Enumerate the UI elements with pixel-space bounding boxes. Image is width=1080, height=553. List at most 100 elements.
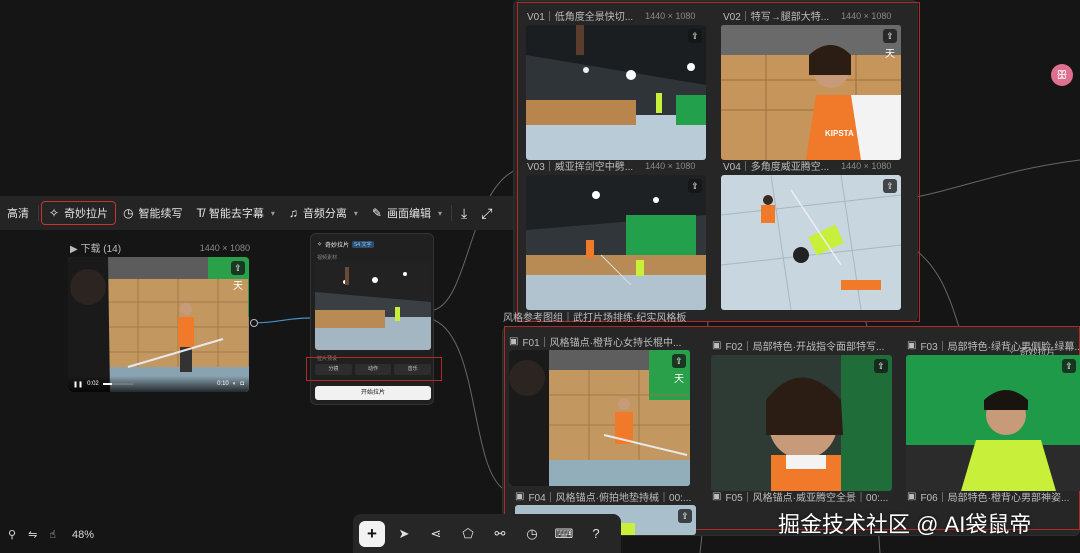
v02-title: V02｜特写→腿部大特...	[723, 12, 830, 23]
pointer-icon[interactable]: ➤	[391, 521, 417, 547]
music-icon: ♫	[288, 206, 298, 220]
player-progress[interactable]	[102, 383, 133, 385]
video-player[interactable]: ⇪ 天 ❚❚ 0:02 0:10 ◐ ◘	[68, 257, 249, 392]
toolbar-smart-continue-label: 智能续写	[138, 208, 183, 220]
image-icon: ▣	[712, 340, 722, 351]
pause-icon[interactable]: ❚❚	[73, 381, 83, 388]
f01-title: F01｜风格锚点·橙背心女持长棍中...	[522, 338, 682, 349]
scene-watermark-text: 天	[233, 281, 243, 292]
v01-thumbnail[interactable]: ⇪	[526, 25, 706, 160]
upload-icon[interactable]: ⇪	[231, 261, 245, 275]
v01-title: V01｜低角度全景快切...	[527, 12, 634, 23]
v03-label: V03｜威亚挥剑空中劈... 1440 × 1080	[527, 158, 695, 174]
upload-icon[interactable]: ⇪	[1062, 359, 1076, 373]
download-button[interactable]: ⤓	[454, 201, 474, 225]
video-frame	[68, 257, 249, 392]
v01-dims: 1440 × 1080	[645, 10, 696, 21]
f02-thumbnail[interactable]: ⇪	[711, 355, 892, 491]
image-icon: ▣	[515, 491, 525, 502]
v04-title: V04｜多角度威亚腾空...	[723, 162, 830, 173]
qimiao-source-preview[interactable]	[315, 262, 431, 350]
toolbar-separator	[451, 205, 452, 221]
text-strike-icon: T̸	[196, 206, 204, 220]
v01-scene	[526, 25, 706, 160]
f06-label: ▣ F06｜局部特色·橙背心男部神姿...	[907, 489, 1069, 504]
toolbar-image-edit[interactable]: ✎ 画面编辑 ▾	[365, 201, 449, 225]
upload-icon[interactable]: ⇪	[883, 179, 897, 193]
keyboard-icon[interactable]: ⌨	[551, 521, 577, 547]
gesture-icon[interactable]: ☝	[49, 528, 56, 541]
share-icon[interactable]: ⋖	[423, 521, 449, 547]
scene-watermark-text: 天	[885, 49, 895, 60]
qimiao-source-label: 视频素材	[317, 255, 338, 261]
f01-label: ▣ F01｜风格锚点·橙背心女持长棍中...	[509, 334, 681, 349]
clock-icon[interactable]: ◷	[519, 521, 545, 547]
magic-icon: ✧	[317, 242, 323, 248]
download-node-dims: 1440 × 1080	[199, 242, 250, 253]
scene-watermark-text: 天	[674, 374, 684, 385]
download-node-label: ▶ 下载 (14) 1440 × 1080	[70, 240, 250, 256]
node-toolbar: 高清 ✧ 奇妙拉片 ◷ 智能续写 T̸ 智能去字幕 ▾ ♫ 音频分离 ▾ ✎ 画面编辑 ▾ ⤓ …	[0, 196, 545, 230]
toolbar-hd[interactable]: 高清	[0, 201, 36, 225]
expand-icon: ⤢	[481, 204, 493, 221]
v01-label: V01｜低角度全景快切... 1440 × 1080	[527, 8, 696, 24]
f02-label: ▣ F02｜局部特色·开战指令面部特写...	[712, 338, 884, 353]
f05-title: F05｜风格锚点·威亚腾空全景｜00:...	[725, 493, 889, 504]
f03-thumbnail[interactable]: ⇪	[906, 355, 1080, 491]
node-connector-port[interactable]	[250, 319, 258, 327]
help-icon[interactable]: ?	[583, 521, 609, 547]
upload-icon[interactable]: ⇪	[874, 359, 888, 373]
user-avatar[interactable]: ꕥ	[1051, 64, 1073, 86]
f01-thumbnail[interactable]: ⇪ 天	[509, 350, 690, 486]
toolbar-qimiao-lapian[interactable]: ✧ 奇妙拉片	[41, 201, 117, 225]
v02-thumbnail[interactable]: KIPSTA ⇪ 天	[721, 25, 901, 160]
f03-title: F03｜局部特色·绿背心男侧脸·绿幕...	[920, 342, 1080, 353]
f04-title: F04｜风格锚点·俯拍地垫持械｜00:...	[528, 493, 692, 504]
toolbar-audio-split[interactable]: ♫ 音频分离 ▾	[282, 201, 365, 225]
chevron-down-icon: ▾	[353, 208, 358, 218]
v04-scene	[721, 175, 901, 310]
image-icon: ▣	[509, 336, 519, 347]
upload-icon[interactable]: ⇪	[688, 29, 702, 43]
download-icon: ⤓	[461, 204, 468, 221]
volume-icon[interactable]: ◐	[233, 381, 237, 387]
download-node-title: ▶ 下载 (14)	[70, 244, 122, 255]
v03-thumbnail[interactable]: ⇪	[526, 175, 706, 310]
image-icon: ▣	[907, 340, 917, 351]
player-time-current: 0:02	[87, 381, 99, 387]
expand-button[interactable]: ⤢	[474, 201, 499, 225]
filter-icon[interactable]: ⇋	[28, 528, 37, 541]
toolbar-remove-subtitle-label: 智能去字幕	[208, 208, 264, 220]
v04-label: V04｜多角度威亚腾空... 1440 × 1080	[723, 158, 891, 174]
toolbar-remove-subtitle[interactable]: T̸ 智能去字幕 ▾	[190, 201, 282, 225]
upload-icon[interactable]: ⇪	[672, 354, 686, 368]
f02-title: F02｜局部特色·开战指令面部特写...	[725, 342, 885, 353]
toolbar-smart-continue[interactable]: ◷ 智能续写	[116, 201, 189, 225]
upload-icon[interactable]: ⇪	[688, 179, 702, 193]
toolbar-separator	[38, 205, 39, 221]
link-icon[interactable]: ⚯	[487, 521, 513, 547]
v04-thumbnail[interactable]: ⇪	[721, 175, 901, 310]
clock-icon: ◷	[123, 206, 134, 220]
highlight-frame-options	[306, 357, 442, 381]
shape-icon[interactable]: ⬠	[455, 521, 481, 547]
plus-icon[interactable]: +	[359, 520, 385, 547]
v02-dims: 1440 × 1080	[841, 10, 892, 21]
upload-icon[interactable]: ⇪	[678, 509, 692, 523]
f03-scene	[906, 355, 1080, 491]
canvas[interactable]: 高清 ✧ 奇妙拉片 ◷ 智能续写 T̸ 智能去字幕 ▾ ♫ 音频分离 ▾ ✎ 画面编辑 ▾ ⤓ …	[0, 0, 1080, 553]
player-time-total: 0:10	[217, 381, 229, 387]
zoom-level[interactable]: 48%	[72, 529, 94, 541]
layers-icon[interactable]: ⚲	[8, 528, 16, 541]
f01-scene	[509, 350, 690, 486]
ref-group-title: 风格参考图组｜武打片场排练·纪实风格板	[503, 309, 686, 324]
f05-label: ▣ F05｜风格锚点·威亚腾空全景｜00:...	[712, 489, 888, 504]
upload-icon[interactable]: ⇪	[883, 29, 897, 43]
toolbar-hd-label: 高清	[7, 208, 29, 220]
model-badge: S4 文字	[352, 241, 374, 248]
start-lapian-button[interactable]: 开始拉片	[315, 386, 431, 400]
ref-group-title-text: 风格参考图组｜武打片场排练·纪实风格板	[503, 313, 687, 324]
camera-icon[interactable]: ◘	[240, 381, 244, 387]
status-bar: ⚲ ⇋ ☝ 48%	[8, 528, 94, 542]
chevron-down-icon: ▾	[270, 208, 275, 218]
